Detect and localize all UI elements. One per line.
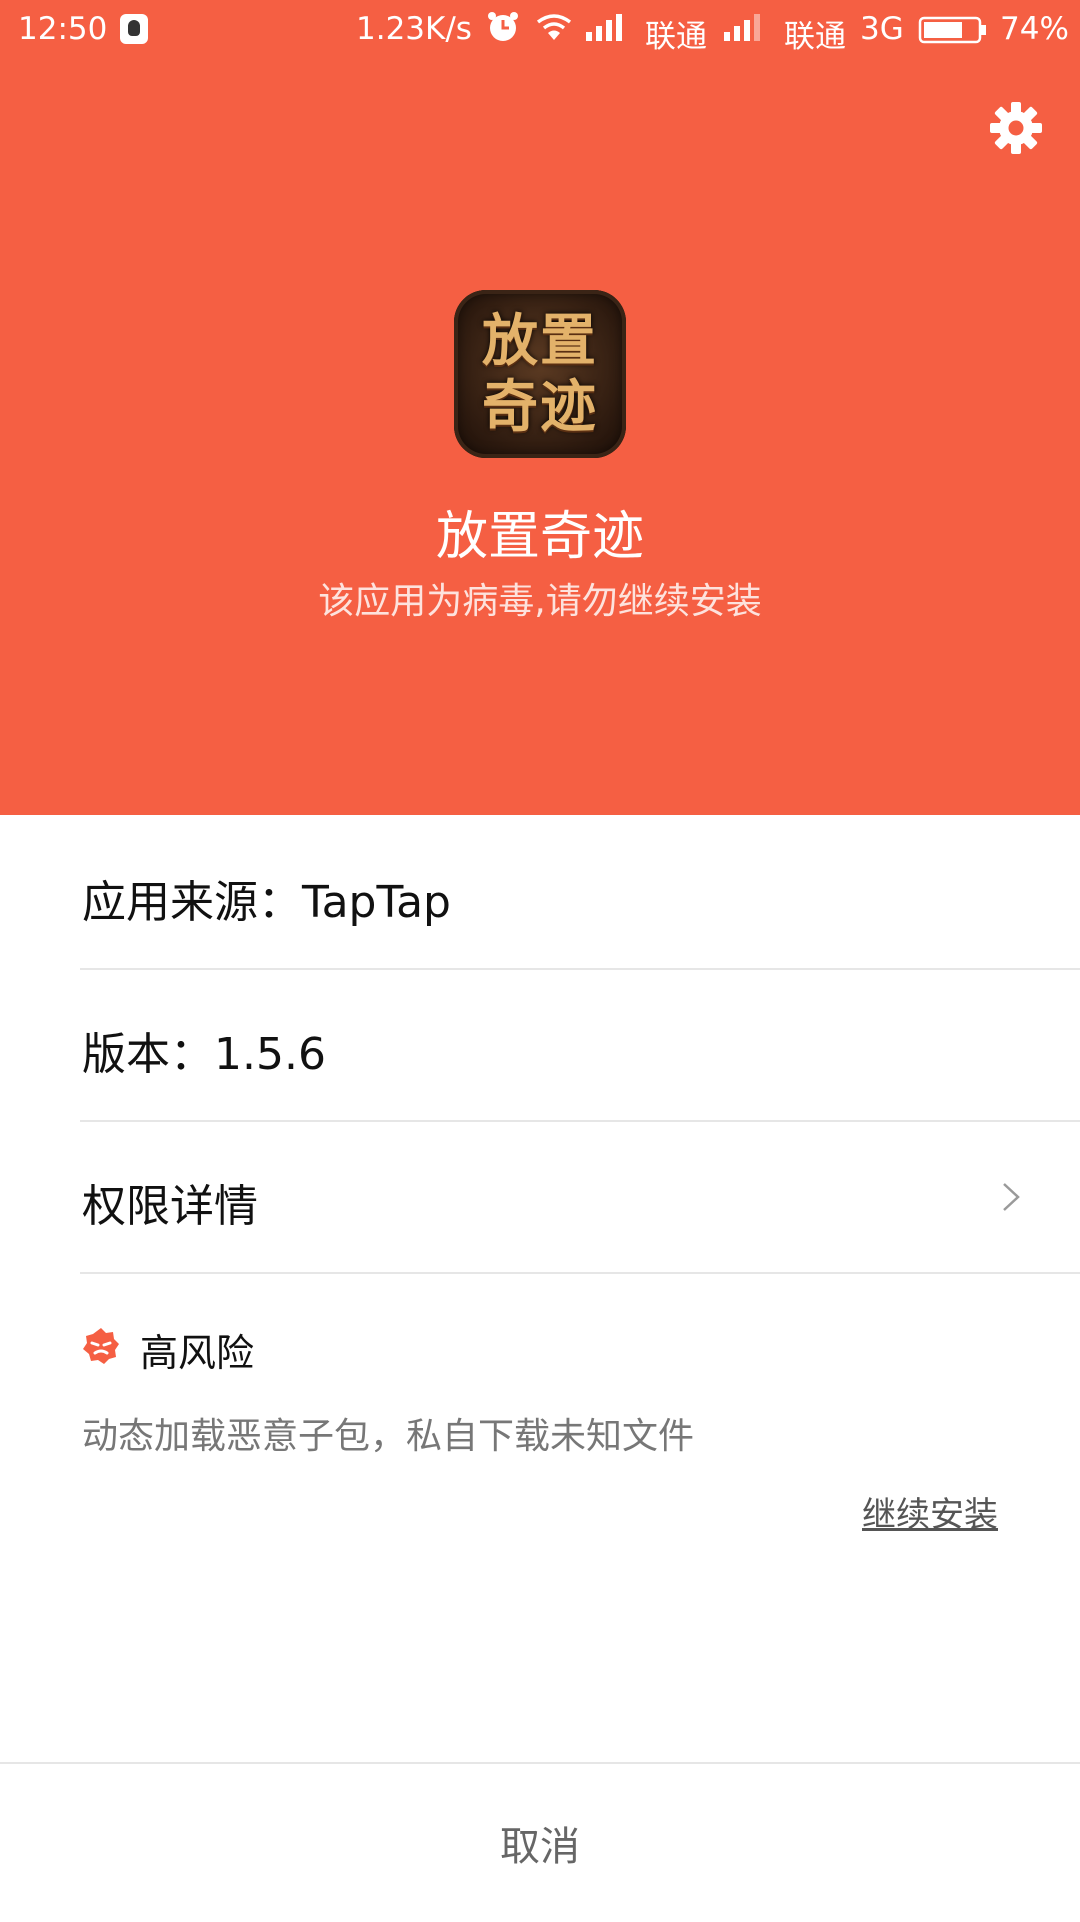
risk-description: 动态加载恶意子包，私自下载未知文件 <box>82 1416 695 1457</box>
alarm-icon <box>486 10 520 52</box>
risk-badge-icon <box>82 1327 120 1365</box>
qq-icon <box>120 14 148 44</box>
status-time: 12:50 <box>18 11 108 47</box>
divider <box>80 1272 1080 1274</box>
cancel-button[interactable]: 取消 <box>0 1762 1080 1922</box>
permissions-row[interactable]: 权限详情 <box>0 1122 1080 1274</box>
continue-install-link[interactable]: 继续安装 <box>862 1487 998 1536</box>
carrier-1: 联通 <box>645 19 707 55</box>
app-icon-text-top: 放置 <box>482 308 598 374</box>
virus-warning: 该应用为病毒,请勿继续安装 <box>318 581 762 622</box>
app-icon: 放置 奇迹 <box>454 290 626 458</box>
permissions-label: 权限详情 <box>82 1181 258 1232</box>
header-banner: 12:50 1.23K/s 联通 联通 3G 74% 放置 奇迹 放置奇迹 该应… <box>0 0 1080 815</box>
network-speed: 1.23K/s <box>356 11 472 47</box>
version-label: 版本：1.5.6 <box>82 1029 326 1080</box>
chevron-right-icon <box>996 1182 1026 1212</box>
network-type: 3G <box>860 11 904 47</box>
carrier-2: 联通 <box>784 19 846 55</box>
signal-icon <box>584 12 628 50</box>
battery-percent: 74% <box>1000 11 1069 47</box>
signal-icon <box>722 12 766 50</box>
gear-icon[interactable] <box>988 100 1044 156</box>
battery-icon <box>918 15 988 53</box>
status-bar: 12:50 1.23K/s 联通 联通 3G 74% <box>0 0 1080 62</box>
risk-level: 高风险 <box>140 1331 255 1375</box>
version-row: 版本：1.5.6 <box>0 970 1080 1122</box>
wifi-icon <box>536 12 572 50</box>
source-row: 应用来源：TapTap <box>0 818 1080 970</box>
app-icon-text-bottom: 奇迹 <box>482 374 598 440</box>
source-label: 应用来源：TapTap <box>82 877 451 928</box>
cancel-label: 取消 <box>500 1824 580 1870</box>
app-name: 放置奇迹 <box>435 507 644 567</box>
